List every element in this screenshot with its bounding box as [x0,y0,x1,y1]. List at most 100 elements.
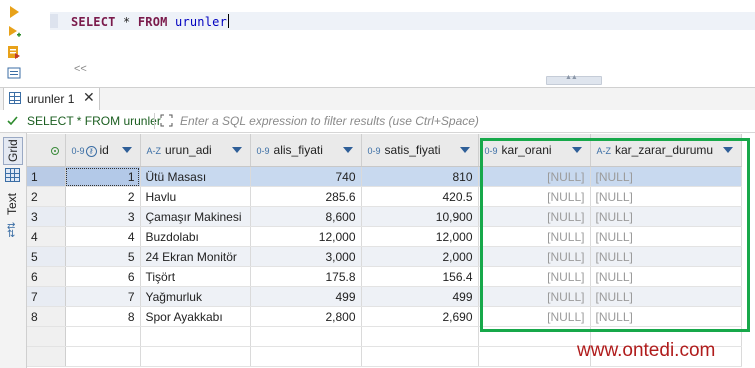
cell-satis-fiyati[interactable]: 420.5 [361,186,479,207]
table-row[interactable]: 1 1 Ütü Masası 740 810 [NULL] [NULL] [27,166,742,187]
text-view-button[interactable]: Text [5,193,19,215]
row-number[interactable]: 5 [27,246,66,267]
cell-alis-fiyati[interactable]: 175.8 [250,266,362,287]
table-row[interactable]: 7 7 Yağmurluk 499 499 [NULL] [NULL] [27,286,742,307]
sort-filter-icon[interactable] [722,147,733,153]
table-row[interactable]: 3 3 Çamaşır Makinesi 8,600 10,900 [NULL]… [27,206,742,227]
cell-alis-fiyati[interactable]: 3,000 [250,246,362,267]
cell-kar-orani[interactable]: [NULL] [478,246,591,267]
column-header-kar-orani[interactable]: 0-9 kar_orani [478,134,591,167]
cell-id[interactable]: 3 [65,206,141,227]
row-number[interactable]: 2 [27,186,66,207]
cell-id[interactable]: 4 [65,226,141,247]
cell-urun-adi[interactable]: Havlu [140,186,251,207]
cell-kar-orani[interactable]: [NULL] [478,186,591,207]
cell-urun-adi[interactable]: Ütü Masası [140,166,251,187]
view-switcher-panel: Grid Text ⇄ ⇅ [0,133,27,368]
row-number[interactable]: 4 [27,226,66,247]
row-number[interactable]: 6 [27,266,66,287]
grid-icon[interactable] [5,168,20,182]
cell-alis-fiyati[interactable]: 2,800 [250,306,362,327]
select-all-icon[interactable] [51,147,59,155]
cell-kar-orani[interactable]: [NULL] [478,206,591,227]
cell-id[interactable]: 2 [65,186,141,207]
cell-urun-adi[interactable]: 24 Ekran Monitör [140,246,251,267]
cell-id[interactable]: 5 [65,246,141,267]
table-row[interactable]: 2 2 Havlu 285.6 420.5 [NULL] [NULL] [27,186,742,207]
cell-id[interactable]: 6 [65,266,141,287]
sort-filter-icon[interactable] [121,147,132,153]
cell-kar-zarar-durumu[interactable]: [NULL] [590,226,742,247]
cell-alis-fiyati[interactable]: 12,000 [250,226,362,247]
explain-plan-icon[interactable] [7,66,21,80]
table-row[interactable]: 6 6 Tişört 175.8 156.4 [NULL] [NULL] [27,266,742,287]
table-row[interactable]: 4 4 Buzdolabı 12,000 12,000 [NULL] [NULL… [27,226,742,247]
cell-satis-fiyati[interactable]: 499 [361,286,479,307]
table-row[interactable]: 5 5 24 Ekran Monitör 3,000 2,000 [NULL] … [27,246,742,267]
cell-urun-adi[interactable]: Çamaşır Makinesi [140,206,251,227]
sort-filter-icon[interactable] [231,147,242,153]
cell-satis-fiyati[interactable]: 810 [361,166,479,187]
sort-filter-icon[interactable] [342,147,353,153]
sort-filter-icon[interactable] [459,147,470,153]
column-header-alis-fiyati[interactable]: 0-9 alis_fiyati [250,134,362,167]
grid-view-button[interactable]: Grid [3,137,23,165]
cell-kar-zarar-durumu[interactable]: [NULL] [590,246,742,267]
panel-resize-handle[interactable]: ▲▲ [546,74,602,85]
cell-kar-orani[interactable]: [NULL] [478,226,591,247]
cell-satis-fiyati[interactable]: 12,000 [361,226,479,247]
sql-editor[interactable]: SELECT * FROM urunler << ▲▲ [0,0,755,85]
cell-urun-adi[interactable]: Yağmurluk [140,286,251,307]
cell-alis-fiyati[interactable]: 8,600 [250,206,362,227]
cell-kar-orani[interactable]: [NULL] [478,286,591,307]
cell-satis-fiyati[interactable]: 2,690 [361,306,479,327]
tab-label: urunler 1 [27,92,75,106]
sql-statement[interactable]: SELECT * FROM urunler [71,14,229,29]
cell-kar-orani[interactable]: [NULL] [478,166,591,187]
cell-urun-adi[interactable]: Spor Ayakkabı [140,306,251,327]
execute-script-icon[interactable] [7,45,21,59]
cell-id[interactable]: 8 [65,306,141,327]
filter-input[interactable] [180,113,740,129]
editor-text-area[interactable]: SELECT * FROM urunler [44,0,755,60]
column-name: kar_orani [501,143,552,157]
row-number[interactable]: 7 [27,286,66,307]
row-number[interactable]: 3 [27,206,66,227]
cell-kar-orani[interactable]: [NULL] [478,306,591,327]
cell-kar-zarar-durumu[interactable]: [NULL] [590,266,742,287]
cell-alis-fiyati[interactable]: 499 [250,286,362,307]
column-header-id[interactable]: 0-9 ⚷ id [65,134,141,167]
cell-kar-zarar-durumu[interactable]: [NULL] [590,306,742,327]
cell-urun-adi[interactable]: Buzdolabı [140,226,251,247]
row-number-header[interactable] [27,134,66,167]
expand-filter-icon[interactable] [160,114,173,127]
cell-alis-fiyati[interactable]: 285.6 [250,186,362,207]
tab-urunler-1[interactable]: urunler 1 ✕ [3,88,100,110]
row-number[interactable]: 8 [27,306,66,327]
scroll-left-indicator[interactable]: << [74,63,87,75]
row-number[interactable]: 1 [27,166,66,187]
column-header-kar-zarar-durumu[interactable]: A-Z kar_zarar_durumu [590,134,742,167]
column-header-satis-fiyati[interactable]: 0-9 satis_fiyati [361,134,479,167]
cell-kar-zarar-durumu[interactable]: [NULL] [590,166,742,187]
column-header-urun-adi[interactable]: A-Z urun_adi [140,134,251,167]
cell-kar-orani[interactable]: [NULL] [478,266,591,287]
cell-alis-fiyati[interactable]: 740 [250,166,362,187]
cell-id[interactable]: 1 [65,166,141,187]
execute-in-new-tab-icon[interactable] [7,25,21,39]
cell-kar-zarar-durumu[interactable]: [NULL] [590,186,742,207]
transpose-icon[interactable]: ⇄ ⇅ [7,222,15,240]
results-grid[interactable]: 0-9 ⚷ id A-Z urun_adi 0-9 alis_fiyati 0-9 sat… [27,134,755,368]
cell-kar-zarar-durumu[interactable]: [NULL] [590,206,742,227]
sort-filter-icon[interactable] [571,147,582,153]
table-row[interactable]: 8 8 Spor Ayakkabı 2,800 2,690 [NULL] [NU… [27,306,742,327]
cell-kar-zarar-durumu[interactable]: [NULL] [590,286,742,307]
cell-urun-adi[interactable]: Tişört [140,266,251,287]
execute-statement-icon[interactable] [7,5,21,19]
filter-query-label[interactable]: SELECT * FROM urunler [27,114,161,128]
cell-satis-fiyati[interactable]: 2,000 [361,246,479,267]
cell-satis-fiyati[interactable]: 156.4 [361,266,479,287]
cell-id[interactable]: 7 [65,286,141,307]
cell-satis-fiyati[interactable]: 10,900 [361,206,479,227]
close-icon[interactable]: ✕ [83,89,95,106]
